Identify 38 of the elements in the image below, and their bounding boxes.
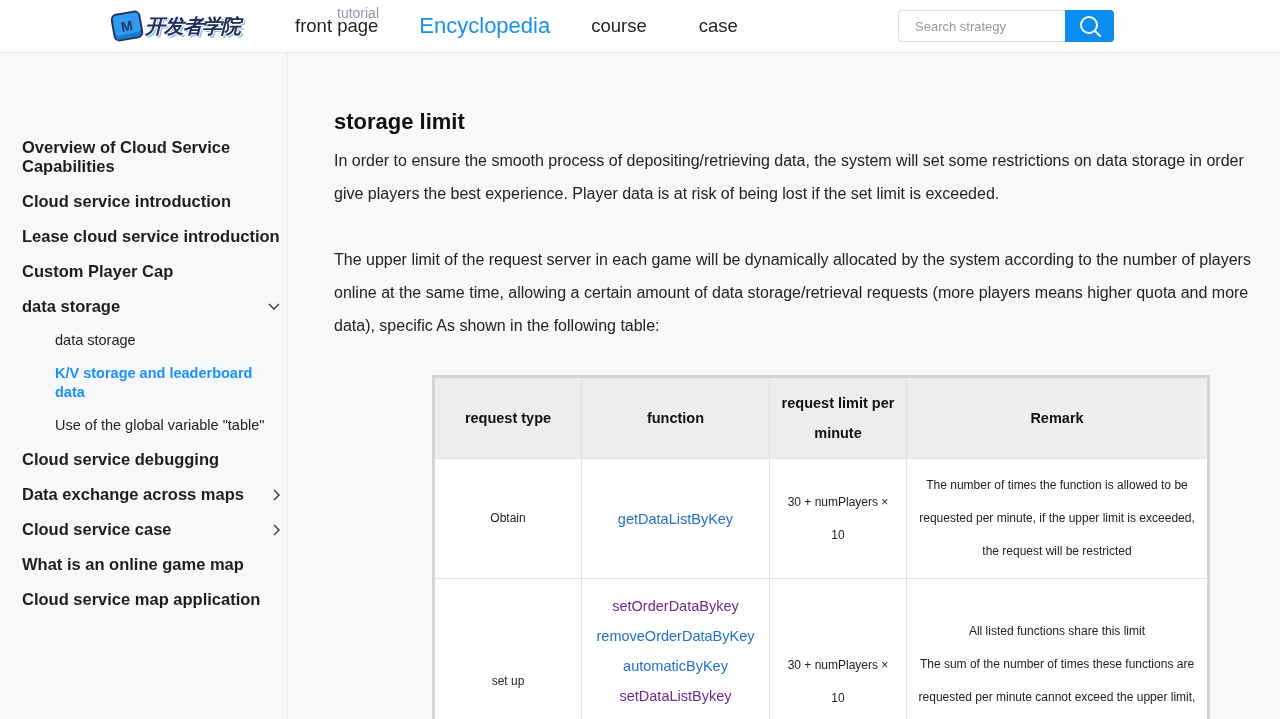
remark-text: The sum of the number of times these functions are requested per minute cannot exceed the upper limit, [917,656,1197,706]
column-header: request type [433,376,582,459]
table-cell: set up [433,578,582,719]
sidebar-item[interactable]: What is an online game map [22,547,282,582]
sidebar-item[interactable]: Cloud service map application [22,582,282,617]
sidebar-item[interactable]: Lease cloud service introduction [22,219,282,254]
sidebar-subitem[interactable]: Use of the global variable "table" [55,409,282,442]
table-cell: 30 + numPlayers × 10 [769,458,907,579]
sidebar-item[interactable]: Cloud service debugging [22,442,282,477]
function-link[interactable]: getDataListByKey [592,503,759,534]
logo-badge: M [109,9,145,43]
sidebar-subitem[interactable]: data storage [55,324,282,357]
sidebar-item[interactable]: Overview of Cloud Service Capabilities [22,130,282,184]
table-cell: Obtain [433,458,582,579]
nav-link[interactable]: course [591,14,647,38]
remark-text: The number of times the function is allowed to be requested per minute, if the upper limit is exceeded, the request will be restricted [918,477,1196,560]
sidebar-item[interactable]: Data exchange across maps [22,477,282,512]
function-link[interactable]: removeOrderDataByKey [592,620,759,651]
paragraph: In order to ensure the smooth process of depositing/retrieving data, the system will set some restrictions on data storage in order give players the best experience. Player data is at risk of being lost if the set limit is exceeded. [334,151,1245,204]
sidebar-item[interactable]: data storage [22,289,282,324]
sidebar-item[interactable]: Cloud service case [22,512,282,547]
nav-link[interactable]: case [698,14,738,38]
search-field[interactable]: Search strategy [898,10,1065,42]
function-link[interactable]: automaticByKey [592,650,759,681]
paragraph: The upper limit of the request server in each game will be dynamically allocated by the system according to the number of players online at the same time, allowing a certain amount of data storage/retrieval requests (more players means higher quota and more data), specific As shown in the following table: [334,250,1252,336]
search-button[interactable] [1065,10,1114,42]
search-icon [1078,15,1101,37]
remark-text: All listed functions share this limit [967,623,1147,640]
page-title: storage limit [334,109,466,135]
sidebar-item[interactable]: Cloud service introduction [22,184,282,219]
sidebar-item[interactable]: Custom Player Cap [22,254,282,289]
faded-label: tutorial [337,6,380,21]
table-cell: 30 + numPlayers × 10 [769,578,907,719]
column-header: request limit per minute [769,376,907,459]
column-header: Remark [906,376,1209,459]
column-header: function [581,376,770,459]
function-link[interactable]: setOrderDataBykey [592,590,759,621]
function-link[interactable]: setDataListBykey [592,680,759,711]
